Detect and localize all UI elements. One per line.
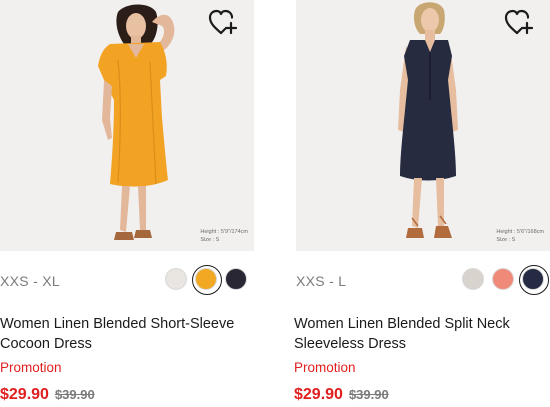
product-card[interactable]: Height : 5'6"/168cm Size : S XXS - L Wom… xyxy=(294,0,550,403)
color-swatch-selected[interactable] xyxy=(519,265,549,295)
color-swatches xyxy=(165,265,247,295)
original-price: $39.90 xyxy=(348,387,389,402)
product-card[interactable]: Height : 5'9"/174cm Size : S XXS - XL Wo… xyxy=(0,0,254,403)
size-range: XXS - L xyxy=(296,273,347,289)
model-height: Height : 5'6"/168cm xyxy=(496,229,544,235)
heart-plus-icon[interactable] xyxy=(504,8,534,36)
model-photo xyxy=(98,4,175,240)
product-image[interactable]: Height : 5'6"/168cm Size : S xyxy=(296,0,550,251)
price-block: $29.90 $39.90 xyxy=(0,386,95,404)
color-swatch[interactable] xyxy=(165,268,187,290)
promotion-label: Promotion xyxy=(0,360,62,375)
model-info: Height : 5'9"/174cm Size : S xyxy=(200,228,248,244)
model-info: Height : 5'6"/168cm Size : S xyxy=(496,228,544,244)
color-swatch[interactable] xyxy=(492,268,514,290)
color-swatch-selected[interactable] xyxy=(192,265,222,295)
model-height: Height : 5'9"/174cm xyxy=(200,229,248,235)
size-range: XXS - XL xyxy=(0,273,60,289)
sale-price: $29.90 xyxy=(294,386,343,403)
model-size: Size : S xyxy=(200,237,220,243)
model-photo xyxy=(398,2,458,238)
color-swatches xyxy=(462,265,549,295)
original-price: $39.90 xyxy=(54,387,95,402)
heart-plus-icon[interactable] xyxy=(208,8,238,36)
product-name[interactable]: Women Linen Blended Split Neck Sleeveles… xyxy=(294,314,548,354)
color-swatch[interactable] xyxy=(462,268,484,290)
product-image[interactable]: Height : 5'9"/174cm Size : S xyxy=(0,0,254,251)
model-size: Size : S xyxy=(496,237,516,243)
color-swatch[interactable] xyxy=(225,268,247,290)
sale-price: $29.90 xyxy=(0,386,49,403)
price-block: $29.90 $39.90 xyxy=(294,386,389,404)
promotion-label: Promotion xyxy=(294,360,356,375)
product-name[interactable]: Women Linen Blended Short-Sleeve Cocoon … xyxy=(0,314,254,354)
